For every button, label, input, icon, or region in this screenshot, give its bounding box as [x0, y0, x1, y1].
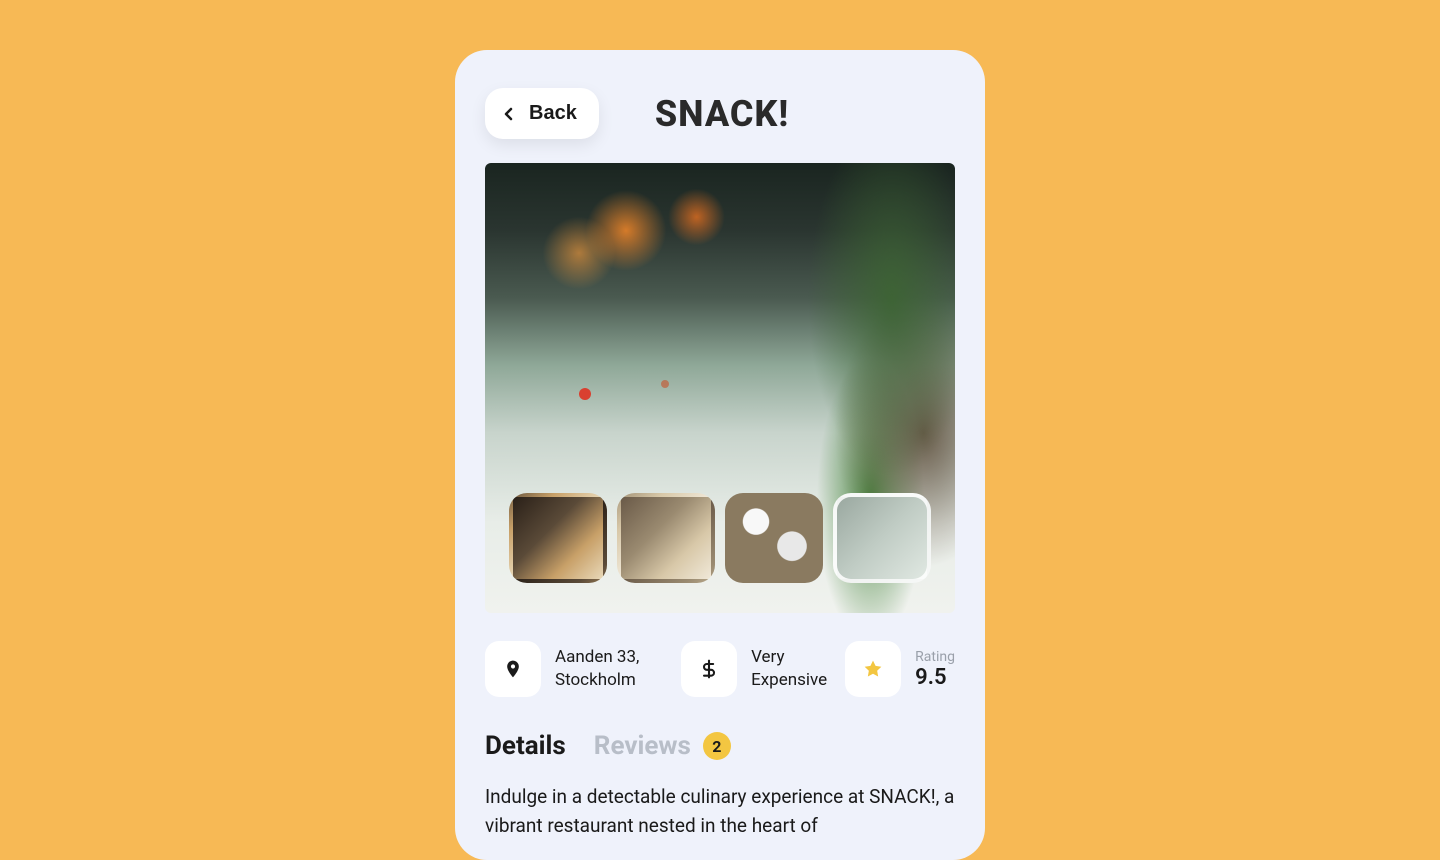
tab-details[interactable]: Details [485, 731, 566, 761]
location-pin-icon [503, 659, 523, 679]
rating-value: 9.5 [915, 665, 955, 690]
location-info: Aanden 33, Stockholm [485, 641, 663, 697]
back-button[interactable]: Back [485, 88, 599, 139]
reviews-count-badge: 2 [703, 732, 731, 760]
thumbnail-strip [509, 493, 931, 583]
location-icon-box [485, 641, 541, 697]
tab-details-label: Details [485, 731, 566, 761]
rating-text-group: Rating 9.5 [915, 649, 955, 690]
back-label: Back [529, 102, 577, 125]
price-icon-box [681, 641, 737, 697]
location-text: Aanden 33, Stockholm [555, 646, 663, 692]
hero-gallery [485, 163, 955, 613]
thumbnail-1[interactable] [509, 493, 607, 583]
page-title: SNACK! [655, 93, 789, 135]
rating-info: Rating 9.5 [845, 641, 955, 697]
description-text: Indulge in a detectable culinary experie… [485, 783, 955, 840]
price-info: Very Expensive [681, 641, 827, 697]
rating-icon-box [845, 641, 901, 697]
tabs: Details Reviews 2 [485, 731, 955, 761]
chevron-left-icon [501, 106, 517, 122]
thumbnail-2[interactable] [617, 493, 715, 583]
header: Back SNACK! [485, 88, 955, 139]
price-text: Very Expensive [751, 646, 827, 692]
thumbnail-3[interactable] [725, 493, 823, 583]
info-row: Aanden 33, Stockholm Very Expensive Rati… [485, 641, 955, 697]
restaurant-detail-card: Back SNACK! Aanden 33, Stockholm Very Ex… [455, 50, 985, 860]
thumbnail-4[interactable] [833, 493, 931, 583]
tab-reviews-label: Reviews [594, 731, 691, 761]
dollar-icon [699, 659, 719, 679]
rating-label: Rating [915, 649, 955, 665]
tab-reviews[interactable]: Reviews 2 [594, 731, 731, 761]
star-icon [863, 659, 883, 679]
